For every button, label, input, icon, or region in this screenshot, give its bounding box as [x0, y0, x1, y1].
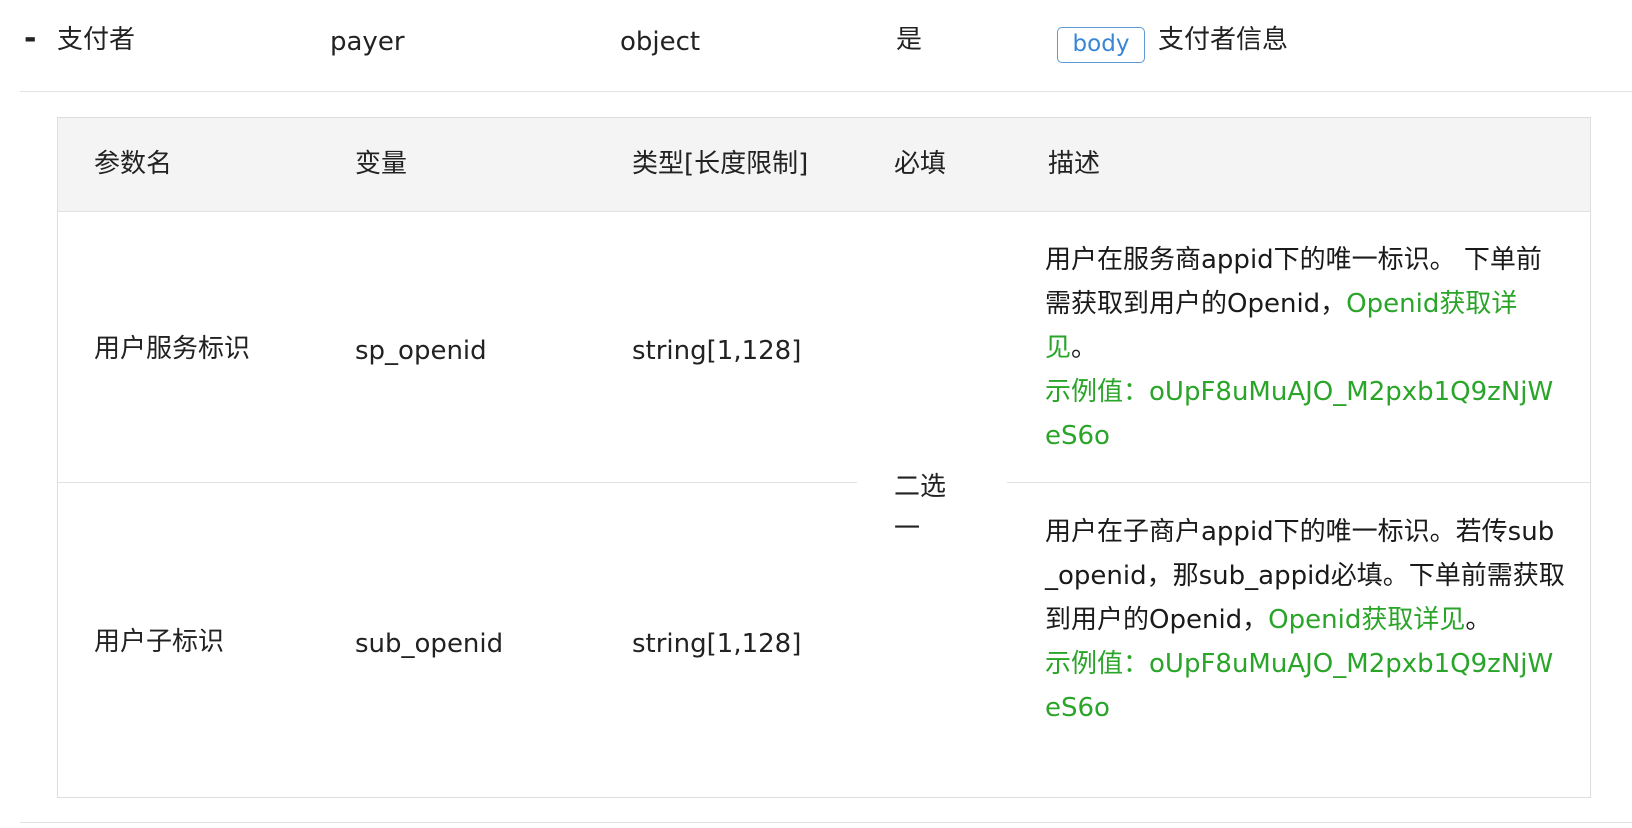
param-required: 是 — [896, 25, 923, 55]
divider — [20, 822, 1632, 823]
param-variable: payer — [330, 27, 405, 57]
header-name: 参数名 — [94, 149, 173, 179]
header-type: 类型[长度限制] — [632, 149, 809, 179]
divider — [20, 91, 1632, 92]
row2-openid-link[interactable]: Openid获取详见 — [1268, 605, 1465, 635]
row2-variable: sub_openid — [355, 629, 504, 659]
row1-desc-end: 。 — [1071, 333, 1098, 363]
collapse-icon[interactable]: - — [24, 24, 36, 54]
row1-type: string[1,128] — [632, 336, 802, 366]
required-merged-cell: 二选一 — [894, 472, 947, 544]
table-header — [58, 118, 1590, 212]
row2-example-label: 示例值： — [1045, 649, 1150, 679]
row-separator — [1007, 482, 1590, 483]
row2-type: string[1,128] — [632, 629, 802, 659]
row1-variable: sp_openid — [355, 336, 487, 366]
header-variable: 变量 — [355, 149, 408, 179]
header-description: 描述 — [1048, 149, 1101, 179]
row-separator — [58, 482, 857, 483]
location-badge: body — [1057, 27, 1145, 63]
row2-desc-end: 。 — [1465, 605, 1492, 635]
param-type: object — [620, 27, 701, 57]
row1-example-label: 示例值： — [1045, 377, 1150, 407]
header-required: 必填 — [894, 149, 947, 179]
row1-name: 用户服务标识 — [94, 334, 251, 364]
param-description: 支付者信息 — [1158, 25, 1289, 55]
row2-name: 用户子标识 — [94, 627, 225, 657]
row2-description: 用户在子商户appid下的唯一标识。若传sub_openid，那sub_appi… — [1045, 510, 1565, 730]
param-name: 支付者 — [57, 25, 136, 55]
row1-description: 用户在服务商appid下的唯一标识。 下单前需获取到用户的Openid，Open… — [1045, 238, 1565, 458]
